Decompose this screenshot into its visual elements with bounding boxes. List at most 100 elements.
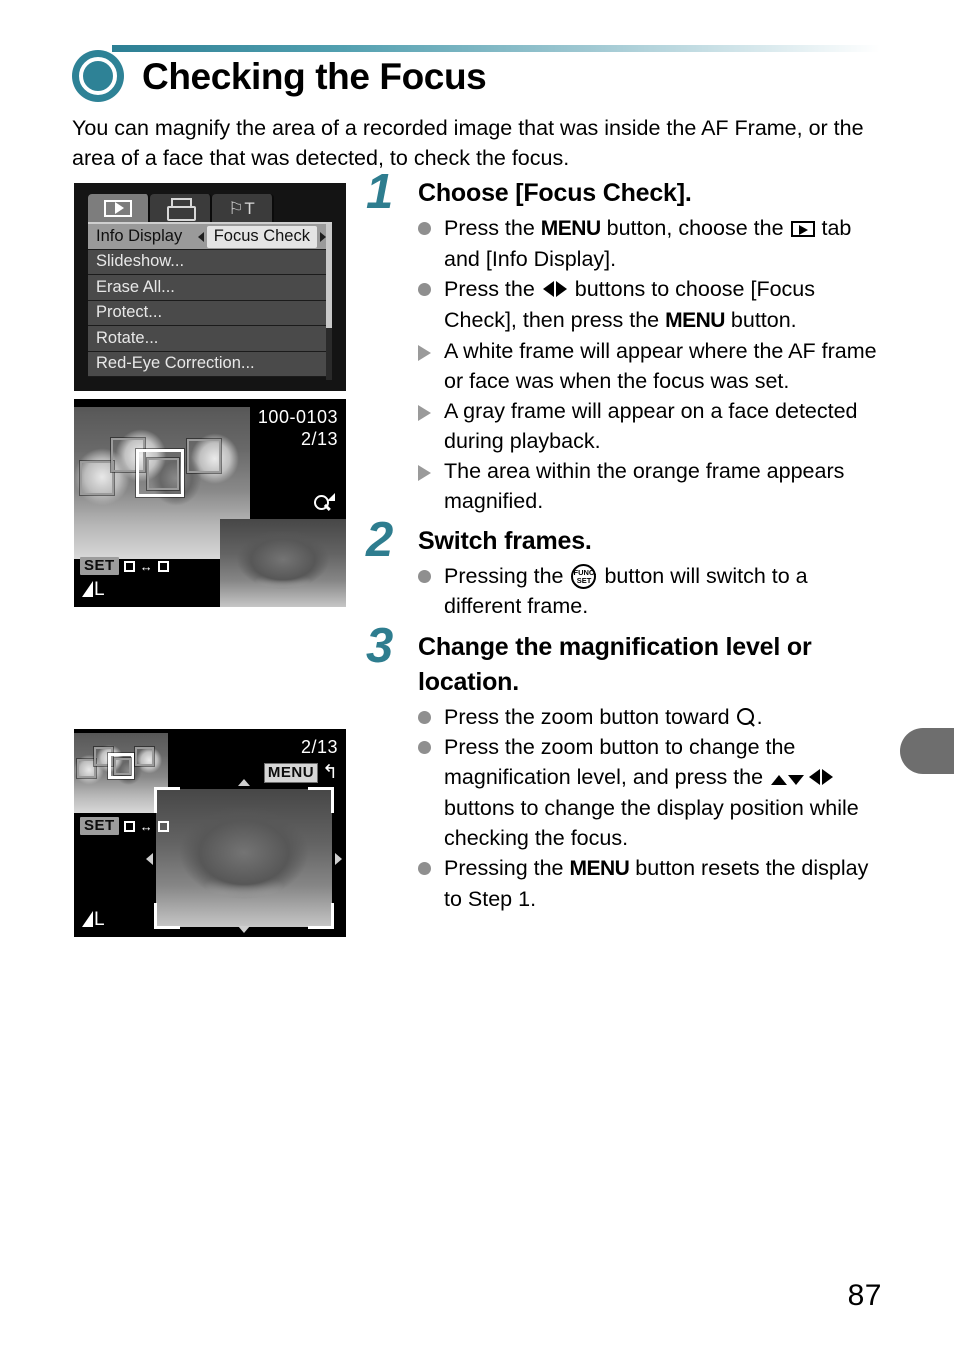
print-tab[interactable] (150, 194, 212, 222)
settings-tab[interactable]: ⚐T (212, 194, 274, 222)
image-quality-indicator: L (82, 579, 105, 600)
step-2: 2 Switch frames. Pressing the FUNC. SET b… (366, 516, 886, 630)
menu-button-icon: MENU (665, 309, 725, 332)
bullet-text-b: . (756, 705, 763, 729)
step-3: 3 Change the magnification level or loca… (366, 622, 886, 914)
menu-tab-bar: ⚐T (88, 194, 332, 224)
image-quality-indicator: L (82, 909, 105, 930)
playback-tab-icon (790, 221, 815, 237)
frame-swap-icon-2 (157, 820, 169, 832)
image-quality-fine-icon (82, 911, 93, 927)
face-frame-3 (147, 458, 179, 490)
bullet-text: The area within the orange frame appears… (444, 459, 845, 513)
image-quality-fine-icon (82, 581, 93, 597)
info-display-value-selector[interactable]: Focus Check (197, 226, 326, 248)
playback-tab[interactable] (88, 194, 150, 222)
chevron-left-icon[interactable] (197, 232, 204, 242)
bullet-dot-icon (418, 222, 431, 235)
left-right-arrows-icon (809, 763, 834, 793)
set-badge: SET (80, 557, 119, 575)
bullet-dot-icon (418, 741, 431, 754)
menu-item-slideshow[interactable]: Slideshow... (88, 249, 332, 275)
menu-item-label: Red-Eye Correction... (96, 354, 255, 373)
menu-item-list: Info Display Focus Check Slideshow... Er… (88, 224, 332, 377)
page-title-row: Checking the Focus (72, 50, 487, 102)
set-hint: SET ↔ (80, 557, 169, 575)
menu-item-label: Protect... (96, 303, 163, 322)
nav-left-icon (146, 853, 153, 865)
wrench-tools-icon: ⚐T (228, 198, 256, 218)
menu-item-protect[interactable]: Protect... (88, 300, 332, 326)
menu-item-label: Slideshow... (96, 252, 185, 271)
menu-item-erase-all[interactable]: Erase All... (88, 275, 332, 301)
step-number: 1 (366, 165, 394, 219)
printer-icon (167, 198, 196, 221)
bullet-text: A gray frame will appear on a face detec… (444, 399, 858, 453)
menu-item-info-display[interactable]: Info Display Focus Check (88, 224, 332, 250)
menu-item-red-eye-correction[interactable]: Red-Eye Correction... (88, 351, 332, 377)
bullet-dot-icon (418, 862, 431, 875)
bullet-text-a: Pressing the (444, 564, 570, 588)
bullet-text: A white frame will appear where the AF f… (444, 339, 877, 393)
bullet-triangle-icon (418, 465, 431, 481)
bullet-text-b: button, choose the (600, 216, 790, 240)
bullet-text-a: Press the (444, 277, 541, 301)
menu-badge: MENU (263, 763, 319, 783)
circle-ring-icon (72, 50, 124, 102)
bullet-text-a: Press the zoom button toward (444, 705, 736, 729)
bullet-item: Press the buttons to choose [Focus Check… (418, 274, 886, 336)
intro-paragraph: You can magnify the area of a recorded i… (72, 116, 864, 170)
focus-check-faces-screenshot: 100-0103 2/13 SET ↔ L (74, 399, 346, 607)
menu-return-hint: MENU ↰ (263, 763, 338, 783)
swap-arrow-icon: ↔ (139, 818, 153, 834)
step-heading: Change the magnification level or locati… (418, 633, 812, 696)
camera-menu-screenshot: ⚐T Info Display Focus Check Slideshow...… (74, 183, 346, 391)
image-quality-label: L (94, 909, 105, 930)
bullet-item: Press the zoom button toward . (418, 702, 886, 732)
image-quality-label: L (94, 579, 105, 600)
step-number: 2 (366, 513, 394, 567)
step-3-bullets: Press the zoom button toward . Press the… (418, 702, 886, 914)
menu-scrollbar[interactable] (326, 224, 332, 380)
swap-arrow-icon: ↔ (139, 558, 153, 574)
func-set-button-icon: FUNC. SET (571, 564, 597, 589)
bullet-text-c: button. (724, 308, 797, 332)
step-heading: Switch frames. (418, 527, 592, 555)
page-title: Checking the Focus (142, 55, 487, 97)
instruction-steps: 1 Choose [Focus Check]. Press the MENU b… (366, 168, 886, 914)
frame-swap-icon-2 (157, 560, 169, 572)
info-display-value: Focus Check (206, 226, 317, 248)
file-number: 100-0103 (257, 407, 338, 427)
step-1: 1 Choose [Focus Check]. Press the MENU b… (366, 168, 886, 524)
bullet-item: Press the MENU button, choose the tab an… (418, 213, 886, 274)
magnifier-icon (314, 493, 335, 513)
frame-counter: 2/13 (300, 737, 338, 757)
bullet-dot-icon (418, 711, 431, 724)
bullet-item: The area within the orange frame appears… (418, 456, 886, 516)
set-badge: SET (80, 817, 119, 835)
left-right-arrows-icon (542, 275, 567, 305)
menu-item-rotate[interactable]: Rotate... (88, 326, 332, 352)
step-2-bullets: Pressing the FUNC. SET button will switch… (418, 561, 886, 621)
menu-body: ⚐T Info Display Focus Check Slideshow...… (74, 183, 346, 391)
magnification-crop-frame (154, 787, 334, 929)
magnified-portrait-inset (220, 519, 346, 607)
menu-item-label: Info Display (96, 226, 183, 245)
up-down-left-right-arrows-icon (771, 763, 805, 793)
frame-swap-icon (123, 560, 135, 572)
focus-check-magnified-screenshot: 2/13 MENU ↰ SET ↔ L (74, 729, 346, 937)
step-1-bullets: Press the MENU button, choose the tab an… (418, 213, 886, 516)
menu-button-icon: MENU (540, 217, 601, 240)
nav-down-icon (238, 926, 250, 933)
bullet-item: Pressing the MENU button resets the disp… (418, 853, 886, 914)
play-tab-icon (104, 199, 132, 217)
frame-counter: 2/13 (300, 429, 338, 449)
bullet-dot-icon (418, 283, 431, 296)
bullet-item: Pressing the FUNC. SET button will switch… (418, 561, 886, 621)
step-number: 3 (366, 619, 394, 673)
face-frame-1 (80, 461, 114, 495)
frame-swap-icon (123, 820, 135, 832)
menu-item-label: Rotate... (96, 328, 159, 347)
bullet-text-a: Press the (444, 216, 541, 240)
step-heading: Choose [Focus Check]. (418, 179, 692, 207)
